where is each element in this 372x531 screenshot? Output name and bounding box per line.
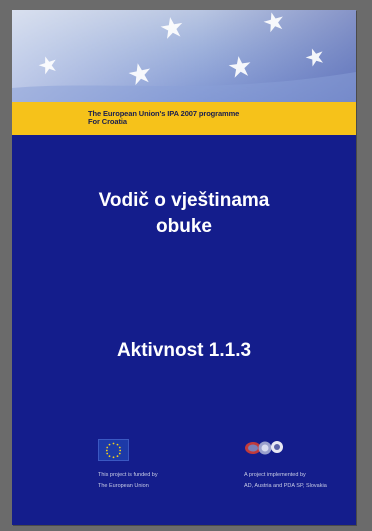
- document-title: Vodič o vještinama obuke: [12, 188, 356, 240]
- funded-line-1: This project is funded by: [98, 472, 158, 478]
- eu-stars-banner: [12, 10, 356, 102]
- document-cover: The European Union's IPA 2007 programme …: [12, 10, 356, 525]
- partner-logos-icon: [244, 438, 294, 458]
- implemented-by-text: A project implemented by AD, Austria and…: [244, 470, 327, 492]
- funded-line-2: The European Union: [98, 483, 149, 489]
- programme-strip: The European Union's IPA 2007 programme …: [12, 102, 356, 135]
- document-subtitle: Aktivnost 1.1.3: [116, 340, 252, 361]
- programme-line-2: For Croatia: [88, 117, 127, 126]
- document-frame: The European Union's IPA 2007 programme …: [0, 0, 372, 531]
- title-line-1: Vodič o vještinama: [98, 190, 270, 211]
- funded-by-text: This project is funded by The European U…: [98, 470, 158, 492]
- title-line-2: obuke: [156, 216, 212, 237]
- eu-flag-icon: [98, 439, 129, 461]
- implemented-line-1: A project implemented by: [244, 472, 306, 478]
- star-icon: [12, 10, 356, 102]
- implemented-line-2: AD, Austria and PDA SP, Slovakia: [244, 483, 327, 489]
